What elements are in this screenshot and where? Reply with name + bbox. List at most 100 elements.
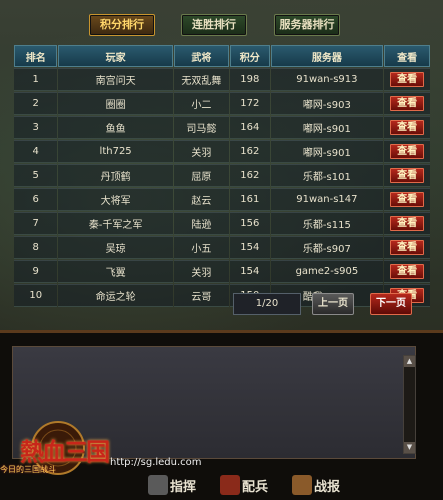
general-cell: 陆逊 xyxy=(173,212,229,235)
rank-cell: 6 xyxy=(14,188,58,211)
logo-text: 熱血三国 xyxy=(20,437,110,466)
prev-page-button[interactable]: 上一页 xyxy=(312,293,354,315)
server-cell: game2-s905 xyxy=(270,260,384,283)
view-cell: 查看 xyxy=(384,68,430,91)
tab-score-ranking[interactable]: 积分排行 xyxy=(89,14,155,36)
view-cell: 查看 xyxy=(384,212,430,235)
table-row: 8 吴琼 小五 154 乐都-s907 查看 xyxy=(14,236,430,259)
header-general: 武将 xyxy=(173,45,229,67)
rank-cell: 2 xyxy=(14,92,58,115)
table-row: 4 lth725 关羽 162 嘟网-s901 查看 xyxy=(14,140,430,163)
player-cell: 圈圈 xyxy=(58,92,173,115)
player-cell: lth725 xyxy=(58,140,173,163)
view-cell: 查看 xyxy=(384,164,430,187)
page-indicator: 1/20 xyxy=(233,293,301,315)
server-cell: 乐都-s115 xyxy=(270,212,384,235)
scroll-up-icon[interactable]: ▲ xyxy=(404,356,415,367)
next-page-button[interactable]: 下一页 xyxy=(370,293,412,315)
rank-cell: 4 xyxy=(14,140,58,163)
general-cell: 赵云 xyxy=(173,188,229,211)
nav-battle-report[interactable]: 战报 xyxy=(292,473,340,497)
table-row: 3 鱼鱼 司马懿 164 嘟网-s901 查看 xyxy=(14,116,430,139)
server-cell: 91wan-s913 xyxy=(270,68,384,91)
header-score: 积分 xyxy=(229,45,270,67)
view-button[interactable]: 查看 xyxy=(390,191,425,207)
scroll-down-icon[interactable]: ▼ xyxy=(404,442,415,453)
nav-troops-label: 配兵 xyxy=(242,479,269,495)
player-cell: 丹顶鹤 xyxy=(58,164,173,187)
score-cell: 161 xyxy=(229,188,270,211)
bottom-nav: 指挥 配兵 战报 xyxy=(140,473,443,499)
rank-cell: 9 xyxy=(14,260,58,283)
view-cell: 查看 xyxy=(384,140,430,163)
table-row: 9 飞翼 关羽 154 game2-s905 查看 xyxy=(14,260,430,283)
view-button[interactable]: 查看 xyxy=(390,239,425,255)
rank-cell: 1 xyxy=(14,68,58,91)
tab-win-streak-ranking[interactable]: 连胜排行 xyxy=(181,14,247,36)
view-button[interactable]: 查看 xyxy=(390,215,425,231)
nav-command-label: 指挥 xyxy=(170,479,197,495)
player-cell: 吴琼 xyxy=(58,236,173,259)
view-button[interactable]: 查看 xyxy=(390,143,425,159)
rank-cell: 3 xyxy=(14,116,58,139)
general-cell: 关羽 xyxy=(173,260,229,283)
general-cell: 小五 xyxy=(173,236,229,259)
rank-cell: 7 xyxy=(14,212,58,235)
score-cell: 162 xyxy=(229,164,270,187)
table-row: 2 圈圈 小二 172 嘟网-s903 查看 xyxy=(14,92,430,115)
view-cell: 查看 xyxy=(384,116,430,139)
view-button[interactable]: 查看 xyxy=(390,95,425,111)
rank-cell: 5 xyxy=(14,164,58,187)
score-cell: 156 xyxy=(229,212,270,235)
view-cell: 查看 xyxy=(384,188,430,211)
table-row: 7 秦-千军之军 陆逊 156 乐都-s115 查看 xyxy=(14,212,430,235)
header-player: 玩家 xyxy=(58,45,173,67)
view-button[interactable]: 查看 xyxy=(390,119,425,135)
message-scrollbar[interactable]: ▲ ▼ xyxy=(403,355,416,454)
rank-cell: 8 xyxy=(14,236,58,259)
general-cell: 关羽 xyxy=(173,140,229,163)
score-cell: 154 xyxy=(229,236,270,259)
logo-slogan: 今日的三国战斗 xyxy=(0,465,56,474)
player-cell: 鱼鱼 xyxy=(58,116,173,139)
ranking-panel: 积分排行 连胜排行 服务器排行 排名 玩家 武将 积分 服务器 查看 1 南宫问天… xyxy=(0,0,443,333)
table-row: 1 南宫问天 无双乱舞 198 91wan-s913 查看 xyxy=(14,68,430,91)
general-cell: 无双乱舞 xyxy=(173,68,229,91)
server-cell: 乐都-s907 xyxy=(270,236,384,259)
score-cell: 198 xyxy=(229,68,270,91)
table-row: 6 大将军 赵云 161 91wan-s147 查看 xyxy=(14,188,430,211)
view-cell: 查看 xyxy=(384,236,430,259)
view-button[interactable]: 查看 xyxy=(390,71,425,87)
server-cell: 嘟网-s903 xyxy=(270,92,384,115)
player-cell: 南宫问天 xyxy=(58,68,173,91)
view-cell: 查看 xyxy=(384,92,430,115)
header-rank: 排名 xyxy=(14,45,58,67)
tab-server-ranking[interactable]: 服务器排行 xyxy=(274,14,340,36)
nav-troops[interactable]: 配兵 xyxy=(220,473,268,497)
nav-command[interactable]: 指挥 xyxy=(148,473,196,497)
player-cell: 命运之轮 xyxy=(58,284,173,307)
bottom-area: ▲ ▼ 熱血三国 今日的三国战斗 http://sg.ledu.com 指挥 配… xyxy=(0,333,443,500)
helmet-icon xyxy=(148,475,168,495)
ranking-table: 排名 玩家 武将 积分 服务器 查看 1 南宫问天 无双乱舞 198 91wan-s91… xyxy=(13,44,431,308)
score-cell: 172 xyxy=(229,92,270,115)
server-cell: 乐都-s101 xyxy=(270,164,384,187)
view-button[interactable]: 查看 xyxy=(390,263,425,279)
header-view: 查看 xyxy=(384,45,430,67)
nav-battle-report-label: 战报 xyxy=(314,479,341,495)
score-cell: 162 xyxy=(229,140,270,163)
table-header-row: 排名 玩家 武将 积分 服务器 查看 xyxy=(14,45,430,67)
scroll-icon xyxy=(292,475,312,495)
general-cell: 小二 xyxy=(173,92,229,115)
view-button[interactable]: 查看 xyxy=(390,167,425,183)
score-cell: 164 xyxy=(229,116,270,139)
soldier-icon xyxy=(220,475,240,495)
player-cell: 秦-千军之军 xyxy=(58,212,173,235)
general-cell: 云哥 xyxy=(173,284,229,307)
player-cell: 飞翼 xyxy=(58,260,173,283)
general-cell: 司马懿 xyxy=(173,116,229,139)
site-url[interactable]: http://sg.ledu.com xyxy=(110,457,202,468)
server-cell: 嘟网-s901 xyxy=(270,140,384,163)
score-cell: 154 xyxy=(229,260,270,283)
table-row: 5 丹顶鹤 屈原 162 乐都-s101 查看 xyxy=(14,164,430,187)
